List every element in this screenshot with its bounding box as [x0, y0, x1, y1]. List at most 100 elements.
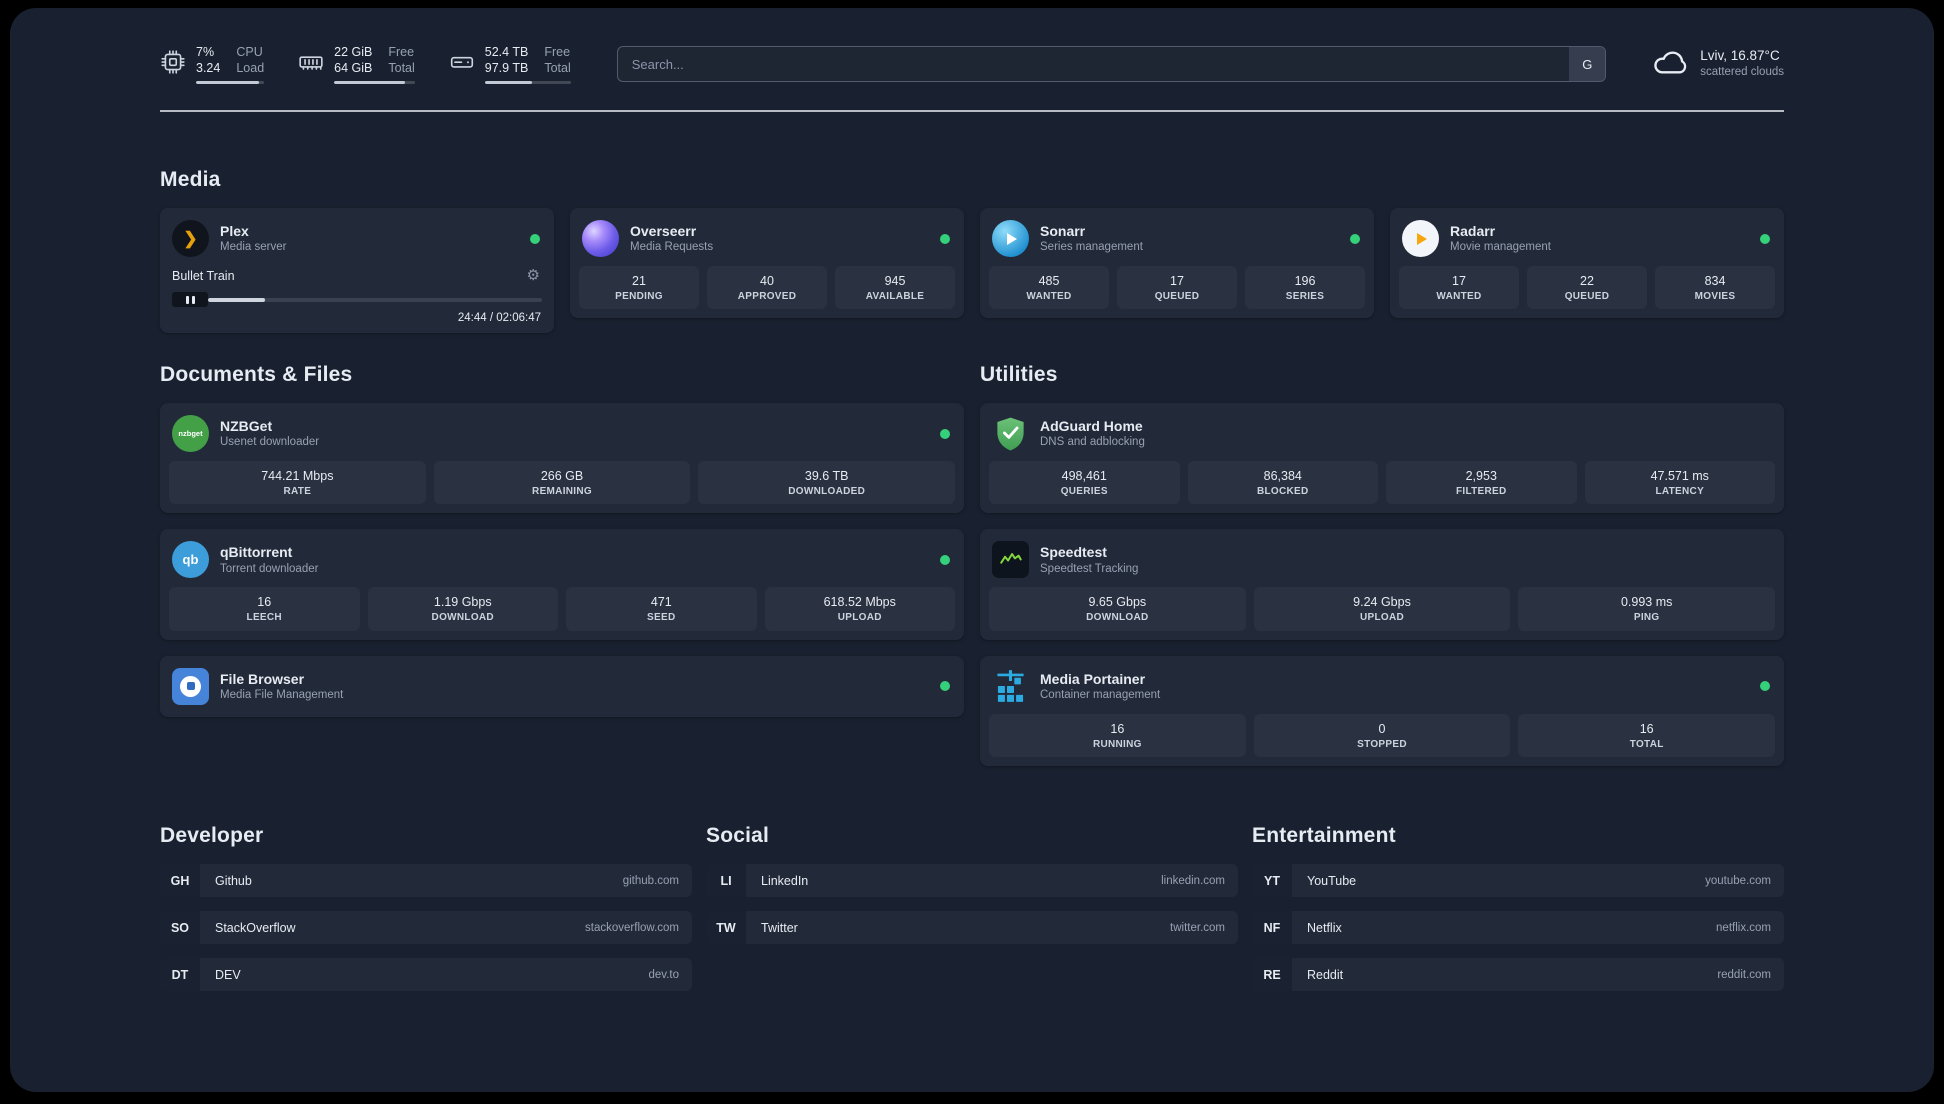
- service-card-overseerr[interactable]: Overseerr Media Requests 21 PENDING 40 A…: [570, 208, 964, 319]
- stat-rate: 744.21 Mbps RATE: [169, 461, 426, 505]
- search-bar[interactable]: G: [616, 46, 1607, 82]
- portainer-icon: [992, 668, 1029, 705]
- memory-total-label: Total: [388, 61, 415, 75]
- bookmark-twitter[interactable]: TW Twitter twitter.com: [706, 911, 1238, 945]
- cpu-widget: 7% 3.24 CPU Load: [160, 44, 265, 85]
- stat-available: 945 AVAILABLE: [835, 266, 955, 310]
- bookmark-linkedin[interactable]: LI LinkedIn linkedin.com: [706, 864, 1238, 898]
- section-documents: Documents & Files nzbget NZBGet Usenet d…: [160, 363, 964, 717]
- search-input[interactable]: [617, 47, 1570, 81]
- status-dot-qbittorrent: [940, 554, 950, 565]
- cloud-icon: [1652, 43, 1690, 86]
- filebrowser-icon: [172, 667, 209, 705]
- service-card-portainer[interactable]: Media Portainer Container management 16 …: [980, 655, 1784, 767]
- stat-total: 16 TOTAL: [1518, 713, 1776, 758]
- bookmark-domain: dev.to: [648, 968, 679, 981]
- service-name-qbittorrent: qBittorrent: [220, 544, 293, 561]
- stat-downloaded: 39.6 TB DOWNLOADED: [698, 461, 956, 505]
- cpu-load-value: 3.24: [196, 61, 221, 75]
- section-entertainment: Entertainment YT YouTube youtube.com NF …: [1252, 824, 1784, 1005]
- service-desc-sonarr: Series management: [1040, 241, 1143, 254]
- stat-series: 196 SERIES: [1245, 266, 1365, 310]
- stat-upload: 9.24 Gbps UPLOAD: [1253, 587, 1511, 631]
- bookmark-dev[interactable]: DT DEV dev.to: [160, 958, 692, 992]
- disk-usage-bar: [484, 81, 571, 85]
- service-card-speedtest[interactable]: Speedtest Speedtest Tracking 9.65 Gbps D…: [980, 529, 1784, 640]
- service-card-filebrowser[interactable]: File Browser Media File Management: [160, 655, 964, 717]
- section-title-documents: Documents & Files: [160, 363, 353, 386]
- bookmark-domain: twitter.com: [1170, 921, 1225, 934]
- stat-queued: 22 QUEUED: [1527, 266, 1647, 310]
- service-card-adguard[interactable]: AdGuard Home DNS and adblocking 498,461 …: [980, 403, 1784, 514]
- bookmark-name: Reddit: [1307, 967, 1344, 982]
- bookmark-reddit[interactable]: RE Reddit reddit.com: [1252, 958, 1784, 992]
- bookmark-github[interactable]: GH Github github.com: [160, 864, 692, 898]
- status-dot-overseerr: [940, 233, 950, 244]
- status-dot-nzbget: [940, 428, 950, 439]
- bookmark-abbr: GH: [160, 864, 200, 898]
- section-utilities: Utilities AdGuard Home DNS and adblockin…: [980, 363, 1784, 767]
- disk-drive-icon: [449, 49, 475, 80]
- service-name-nzbget: NZBGet: [220, 417, 273, 434]
- service-desc-filebrowser: Media File Management: [220, 688, 344, 701]
- weather-condition: scattered clouds: [1700, 66, 1784, 79]
- bookmark-domain: netflix.com: [1716, 921, 1771, 934]
- stat-approved: 40 APPROVED: [707, 266, 827, 310]
- service-card-nzbget[interactable]: nzbget NZBGet Usenet downloader 744.21 M…: [160, 403, 964, 514]
- status-dot-sonarr: [1350, 233, 1360, 244]
- section-title-utilities: Utilities: [980, 363, 1058, 386]
- section-title-developer: Developer: [160, 824, 264, 848]
- memory-free-label: Free: [388, 44, 415, 59]
- playback-time: 24:44 / 02:06:47: [457, 312, 541, 324]
- bookmark-youtube[interactable]: YT YouTube youtube.com: [1252, 864, 1784, 898]
- header-divider: [160, 110, 1784, 112]
- service-name-adguard: AdGuard Home: [1040, 417, 1143, 434]
- memory-usage-bar: [334, 81, 415, 85]
- qbittorrent-icon: qb: [172, 541, 209, 579]
- bookmark-abbr: TW: [706, 911, 746, 945]
- stat-download: 9.65 Gbps DOWNLOAD: [989, 587, 1246, 631]
- stat-filtered: 2,953 FILTERED: [1386, 461, 1577, 505]
- memory-widget: 22 GiB 64 GiB Free Total: [298, 44, 415, 85]
- bookmark-domain: youtube.com: [1705, 874, 1771, 887]
- bookmark-netflix[interactable]: NF Netflix netflix.com: [1252, 911, 1784, 945]
- service-card-plex[interactable]: ❯ Plex Media server Bullet Train ⚙ 24:44…: [160, 208, 554, 333]
- bookmark-abbr: RE: [1252, 958, 1292, 992]
- radarr-icon: [1402, 220, 1439, 257]
- service-name-radarr: Radarr: [1450, 222, 1496, 239]
- disk-free-label: Free: [544, 44, 571, 59]
- pause-button[interactable]: [172, 292, 208, 307]
- stat-blocked: 86,384 BLOCKED: [1187, 461, 1378, 505]
- screen: 7% 3.24 CPU Load 22 GiB 64 GiB Free Tota…: [0, 0, 1944, 1104]
- bookmark-domain: stackoverflow.com: [585, 921, 679, 934]
- speedtest-icon: [992, 541, 1029, 579]
- memory-free-value: 22 GiB: [334, 44, 373, 59]
- service-card-qbittorrent[interactable]: qb qBittorrent Torrent downloader 16 LEE…: [160, 529, 964, 640]
- stat-queries: 498,461 QUERIES: [989, 461, 1180, 505]
- service-desc-portainer: Container management: [1040, 688, 1161, 701]
- stat-running: 16 RUNNING: [989, 713, 1246, 758]
- playback-progress-bar[interactable]: [208, 297, 542, 302]
- section-title-media: Media: [160, 168, 221, 191]
- status-dot-radarr: [1760, 233, 1770, 244]
- weather-location-temp: Lviv, 16.87°C: [1700, 48, 1780, 64]
- service-card-radarr[interactable]: Radarr Movie management 17 WANTED 22 QUE…: [1390, 208, 1784, 319]
- stat-pending: 21 PENDING: [579, 266, 699, 310]
- bookmark-name: Github: [215, 873, 252, 888]
- gear-icon[interactable]: ⚙: [527, 268, 540, 283]
- stat-ping: 0.993 ms PING: [1518, 587, 1776, 631]
- bookmark-domain: reddit.com: [1717, 968, 1771, 981]
- service-name-sonarr: Sonarr: [1040, 222, 1086, 239]
- bookmark-name: YouTube: [1307, 873, 1357, 888]
- service-desc-speedtest: Speedtest Tracking: [1040, 562, 1139, 575]
- service-desc-plex: Media server: [220, 241, 287, 254]
- section-social: Social LI LinkedIn linkedin.com TW Twitt…: [706, 824, 1238, 1005]
- bookmark-abbr: DT: [160, 958, 200, 992]
- status-dot-filebrowser: [940, 681, 950, 692]
- search-provider-button[interactable]: G: [1569, 47, 1606, 81]
- service-card-sonarr[interactable]: Sonarr Series management 485 WANTED 17 Q…: [980, 208, 1374, 319]
- bookmark-stackoverflow[interactable]: SO StackOverflow stackoverflow.com: [160, 911, 692, 945]
- service-name-plex: Plex: [220, 222, 249, 239]
- now-playing-title: Bullet Train: [172, 268, 235, 283]
- sonarr-icon: [992, 220, 1029, 257]
